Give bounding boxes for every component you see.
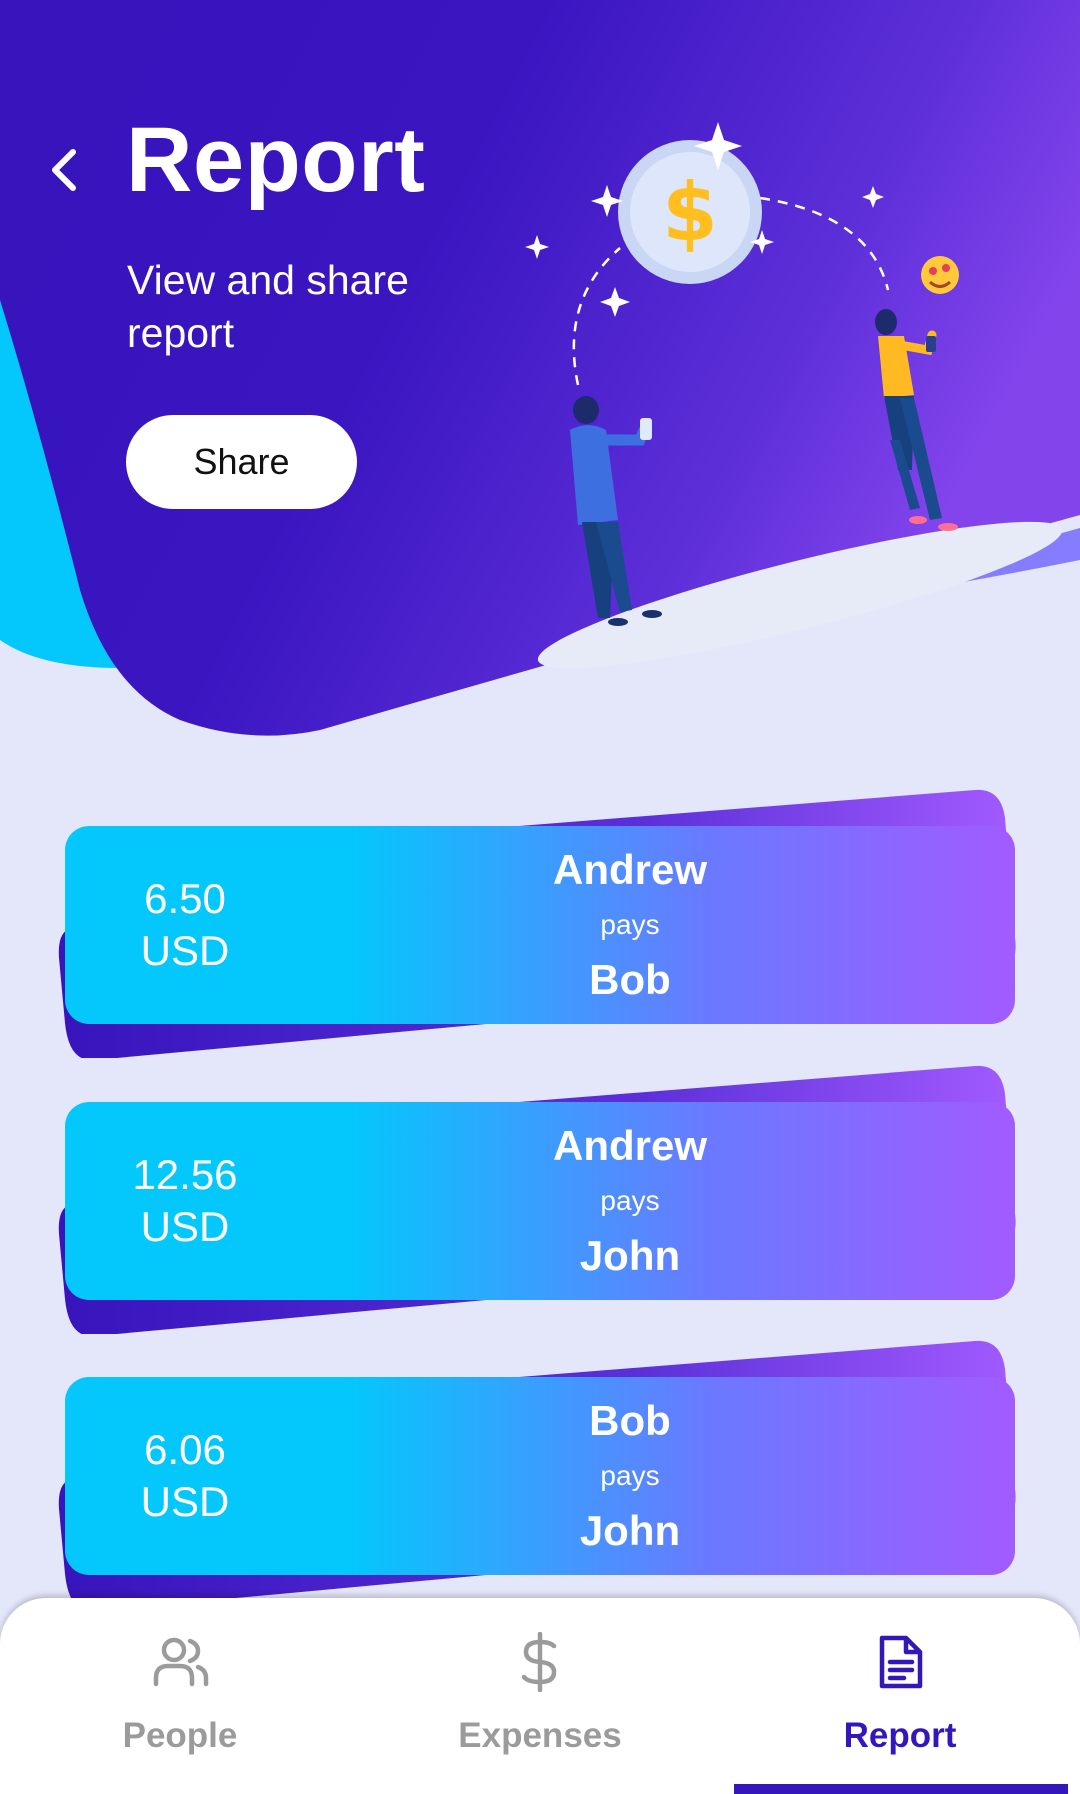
payment-line: Andrew pays John [463, 1102, 797, 1300]
back-button[interactable] [38, 138, 90, 202]
report-card[interactable]: 6.06 USD Bob pays John [55, 1339, 1030, 1609]
payment-line: Andrew pays Bob [463, 826, 797, 1024]
report-card-body: 12.56 USD Andrew pays John [65, 1102, 1015, 1300]
pays-label: pays [600, 909, 660, 940]
nav-label-report: Report [843, 1716, 957, 1755]
chevron-left-icon [52, 149, 76, 191]
payment-line: Bob pays John [463, 1377, 797, 1575]
report-card[interactable]: 12.56 USD Andrew pays John [55, 1064, 1030, 1334]
dollar-icon [521, 1632, 557, 1692]
nav-item-expenses[interactable]: Expenses [360, 1598, 720, 1794]
payment-illustration: $ [525, 122, 1063, 669]
header-hero: Report View and share report Share $ [0, 0, 1080, 760]
amount-block: 12.56 USD [65, 1102, 305, 1300]
payer-name: Andrew [552, 846, 707, 893]
amount-currency: USD [140, 1478, 230, 1525]
amount-block: 6.50 USD [65, 826, 305, 1024]
nav-item-people[interactable]: People [0, 1598, 360, 1794]
amount-value: 6.50 [144, 875, 226, 922]
amount-currency: USD [140, 927, 230, 974]
page-subtitle: View and share report [127, 257, 409, 356]
svg-text:$: $ [662, 166, 718, 259]
bottom-navigation: People Expenses Report [0, 1598, 1080, 1794]
payer-name: Andrew [552, 1122, 707, 1169]
nav-item-report[interactable]: Report [720, 1598, 1080, 1794]
people-icon [153, 1637, 209, 1687]
pays-label: pays [600, 1185, 660, 1216]
amount-currency: USD [140, 1203, 230, 1250]
report-card-body: 6.50 USD Andrew pays Bob [65, 826, 1015, 1024]
amount-block: 6.06 USD [65, 1377, 305, 1575]
amount-value: 6.06 [144, 1426, 226, 1473]
nav-label-expenses: Expenses [458, 1716, 622, 1755]
payer-name: Bob [589, 1397, 671, 1444]
payee-name: Bob [589, 956, 671, 1003]
page-title: Report [126, 109, 426, 211]
report-card[interactable]: 6.50 USD Andrew pays Bob [55, 788, 1030, 1058]
amount-value: 12.56 [132, 1151, 238, 1198]
active-tab-indicator [734, 1784, 1068, 1794]
share-button[interactable]: Share [126, 415, 357, 509]
report-card-body: 6.06 USD Bob pays John [65, 1377, 1015, 1575]
nav-label-people: People [122, 1716, 238, 1755]
payee-name: John [579, 1232, 681, 1279]
document-icon [879, 1635, 923, 1689]
payee-name: John [579, 1507, 681, 1554]
pays-label: pays [600, 1460, 660, 1491]
